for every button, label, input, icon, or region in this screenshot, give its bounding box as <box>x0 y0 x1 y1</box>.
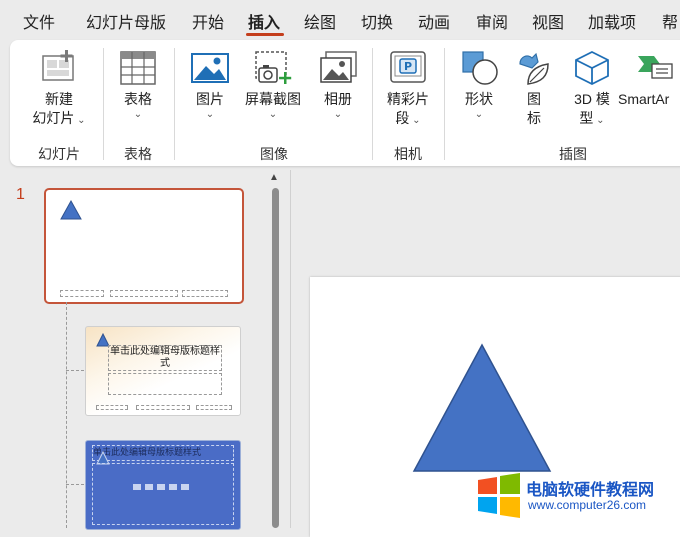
tab-review[interactable]: 审阅 <box>476 9 508 33</box>
windows-logo-icon <box>478 473 520 518</box>
group-label-camera: 相机 <box>394 146 422 162</box>
scroll-up-icon[interactable]: ▲ <box>269 172 279 183</box>
icons-button[interactable]: 图 标 <box>510 50 558 128</box>
content-placeholder <box>92 463 234 525</box>
ribbon-separator <box>444 48 445 160</box>
table-button[interactable]: 表格 ⌄ <box>110 50 166 121</box>
footer-placeholder <box>110 290 178 297</box>
footer-placeholder <box>60 290 104 297</box>
cameo-icon: P <box>390 51 426 83</box>
group-label-images: 图像 <box>260 146 288 162</box>
chevron-down-icon: ⌄ <box>333 109 343 120</box>
layout-thumbnail[interactable]: 单击此处编辑母版标题样式 <box>85 326 241 416</box>
layout-connector <box>66 302 67 528</box>
slide-number: 1 <box>16 186 25 203</box>
tab-view[interactable]: 视图 <box>532 9 564 33</box>
layout-connector <box>66 370 84 371</box>
screenshot-button[interactable]: 屏幕截图 ⌄ <box>240 50 306 121</box>
group-label-tables: 表格 <box>124 146 152 162</box>
pane-divider[interactable] <box>290 170 291 528</box>
footer-placeholder <box>196 405 232 410</box>
shapes-label: 形状 <box>465 91 493 107</box>
group-label-illustrations: 插图 <box>559 146 587 162</box>
chevron-down-icon: ⌄ <box>133 109 143 120</box>
tab-addins[interactable]: 加载项 <box>588 9 636 33</box>
tab-slide-master[interactable]: 幻灯片母版 <box>86 9 166 33</box>
picture-icon <box>191 53 229 83</box>
tab-draw[interactable]: 绘图 <box>304 9 336 33</box>
svg-text:P: P <box>404 60 412 73</box>
3d-models-label-1: 3D 模 <box>574 91 610 107</box>
ribbon-separator <box>174 48 175 160</box>
new-slide-button[interactable]: 新建 幻灯片 ⌄ <box>24 50 94 130</box>
new-slide-label-2: 幻灯片 <box>32 110 75 126</box>
content-icons <box>133 484 189 490</box>
smartart-icon <box>638 56 673 79</box>
ribbon: 新建 幻灯片 ⌄ 幻灯片 表格 ⌄ 表格 图片 ⌄ 屏幕截图 ⌄ 相册 ⌄ 图像… <box>10 40 680 166</box>
photo-album-icon <box>320 51 357 83</box>
footer-placeholder <box>96 405 128 410</box>
table-icon <box>120 51 156 85</box>
group-label-slides: 幻灯片 <box>38 146 80 162</box>
watermark-title: 电脑软硬件教程网 <box>526 482 655 499</box>
cameo-button[interactable]: P 精彩片 段 ⌄ <box>380 50 436 130</box>
scrollbar-thumb[interactable] <box>272 188 279 528</box>
ribbon-separator <box>103 48 104 160</box>
menu-bar: 文件 幻灯片母版 开始 插入 绘图 切换 动画 审阅 视图 加载项 帮 <box>0 0 680 40</box>
shapes-button[interactable]: 形状 ⌄ <box>456 50 502 121</box>
tab-file[interactable]: 文件 <box>23 9 55 33</box>
slide-master-thumbnail[interactable] <box>44 188 244 304</box>
triangle-shape[interactable] <box>412 343 552 473</box>
new-slide-icon <box>42 50 74 81</box>
chevron-down-icon: ⌄ <box>205 109 215 120</box>
title-placeholder: 单击此处编辑母版标题样式 <box>92 445 234 461</box>
chevron-down-icon: ⌄ <box>268 109 278 120</box>
smartart-button[interactable]: SmartAr <box>618 50 680 109</box>
table-label: 表格 <box>124 91 152 107</box>
triangle-shape-thumb <box>60 200 82 220</box>
watermark-url: www.computer26.com <box>528 498 647 512</box>
screenshot-label: 屏幕截图 <box>245 91 301 107</box>
icons-label-2: 标 <box>527 110 541 126</box>
tab-insert[interactable]: 插入 <box>248 9 280 33</box>
chevron-down-icon: ⌄ <box>474 109 484 120</box>
tab-animations[interactable]: 动画 <box>418 9 450 33</box>
tab-home[interactable]: 开始 <box>192 9 224 33</box>
3d-models-button[interactable]: 3D 模 型 ⌄ <box>566 50 618 130</box>
layout-connector <box>66 484 84 485</box>
clip-label-2: 段 <box>395 110 410 126</box>
icons-icon <box>519 52 549 85</box>
picture-button[interactable]: 图片 ⌄ <box>186 50 234 121</box>
screenshot-icon <box>255 51 292 84</box>
layout-thumbnail[interactable]: 单击此处编辑母版标题样式 <box>85 440 241 530</box>
footer-placeholder <box>182 290 228 297</box>
ribbon-separator <box>372 48 373 160</box>
album-label: 相册 <box>324 91 352 107</box>
title-placeholder: 单击此处编辑母版标题样式 <box>108 345 222 371</box>
footer-placeholder <box>136 405 190 410</box>
clip-label-1: 精彩片 <box>387 91 429 107</box>
picture-label: 图片 <box>196 91 224 107</box>
tab-transitions[interactable]: 切换 <box>361 9 393 33</box>
active-tab-indicator <box>246 33 284 36</box>
photo-album-button[interactable]: 相册 ⌄ <box>312 50 364 121</box>
icons-label-1: 图 <box>527 91 541 107</box>
tab-help[interactable]: 帮 <box>662 9 678 33</box>
subtitle-placeholder <box>108 373 222 395</box>
smartart-label: SmartAr <box>618 91 670 107</box>
3d-cube-icon <box>575 50 609 86</box>
3d-models-label-2: 型 <box>579 110 594 126</box>
shapes-icon <box>462 51 498 85</box>
new-slide-label-1: 新建 <box>45 91 73 107</box>
